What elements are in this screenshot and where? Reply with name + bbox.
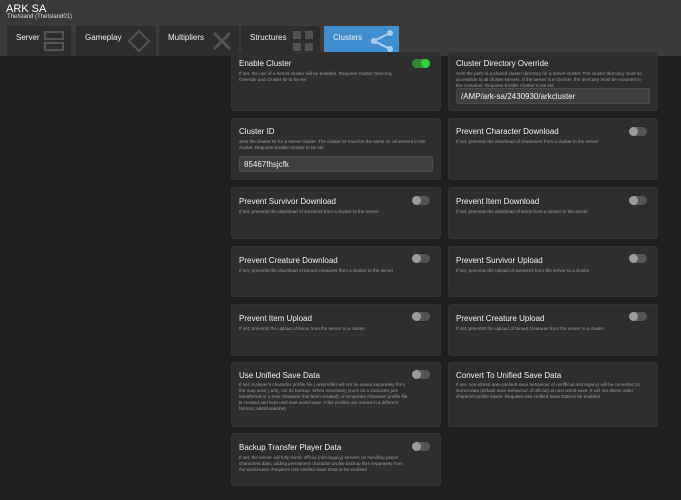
- backup-transfer-player-data-description: If set, the server will fully mimic offi…: [239, 455, 403, 472]
- prevent-survivor-download-card: Prevent Survivor Download If set, preven…: [231, 187, 441, 239]
- prevent-creature-upload-title: Prevent Creature Upload: [456, 314, 545, 323]
- toggle-knob: [412, 370, 421, 379]
- prevent-creature-download-toggle[interactable]: [412, 254, 430, 263]
- prevent-creature-upload-description: If set, prevents the upload of tamed cre…: [456, 326, 605, 331]
- prevent-creature-download-title: Prevent Creature Download: [239, 256, 338, 265]
- backup-transfer-player-data-card: Backup Transfer Player Data If set, the …: [231, 433, 441, 486]
- backup-transfer-player-data-title: Backup Transfer Player Data: [239, 443, 342, 452]
- enable-cluster-toggle[interactable]: [412, 59, 430, 68]
- toggle-knob: [629, 127, 638, 136]
- prevent-character-download-title: Prevent Character Download: [456, 127, 559, 136]
- prevent-item-upload-toggle[interactable]: [412, 312, 430, 321]
- prevent-item-upload-description: If set, prevents the upload of items fro…: [239, 326, 366, 331]
- use-unified-save-data-toggle[interactable]: [412, 370, 430, 379]
- toggle-knob: [629, 196, 638, 205]
- prevent-survivor-upload-description: If set, prevents the upload of survivors…: [456, 268, 590, 273]
- prevent-creature-upload-toggle[interactable]: [629, 312, 647, 321]
- enable-cluster-card: Enable Cluster If set, the use of a serv…: [231, 52, 441, 111]
- toggle-knob: [412, 254, 421, 263]
- tab-structures-label: Structures: [250, 33, 287, 42]
- tab-gameplay[interactable]: Gameplay: [76, 26, 156, 56]
- cluster-id-input[interactable]: [239, 156, 433, 172]
- prevent-item-download-description: If set, prevents the download of items f…: [456, 209, 589, 214]
- prevent-item-upload-card: Prevent Item Upload If set, prevents the…: [231, 304, 441, 356]
- cluster-id-title: Cluster ID: [239, 127, 275, 136]
- prevent-survivor-upload-title: Prevent Survivor Upload: [456, 256, 543, 265]
- cluster-directory-override-card: Cluster Directory Override Sets the path…: [448, 52, 658, 111]
- gamepad-icon: [127, 29, 151, 53]
- prevent-survivor-upload-toggle[interactable]: [629, 254, 647, 263]
- prevent-survivor-download-description: If set, prevents the download of survivo…: [239, 209, 379, 214]
- tab-gameplay-label: Gameplay: [85, 33, 122, 42]
- toggle-knob: [412, 196, 421, 205]
- prevent-creature-download-card: Prevent Creature Download If set, preven…: [231, 246, 441, 297]
- cluster-directory-input[interactable]: [456, 88, 650, 104]
- share-network-icon: [371, 30, 393, 52]
- enable-cluster-title: Enable Cluster: [239, 59, 292, 68]
- prevent-survivor-download-title: Prevent Survivor Download: [239, 197, 336, 206]
- tab-server[interactable]: Server: [7, 26, 71, 56]
- enable-cluster-description: If set, the use of a server cluster will…: [239, 71, 393, 82]
- prevent-creature-upload-card: Prevent Creature Upload If set, prevents…: [448, 304, 658, 356]
- convert-to-unified-save-data-description: If set, non-stored data (default save be…: [456, 382, 640, 399]
- toggle-knob: [421, 59, 430, 68]
- tab-server-label: Server: [16, 33, 40, 42]
- backup-transfer-player-data-toggle[interactable]: [412, 442, 430, 451]
- prevent-item-download-title: Prevent Item Download: [456, 197, 540, 206]
- use-unified-save-data-card: Use Unified Save Data If set, a player's…: [231, 362, 441, 427]
- use-unified-save-data-description: If set, a player's character profile fil…: [239, 382, 408, 411]
- cluster-id-description: Sets the cluster ID for a server cluster…: [239, 139, 426, 150]
- header-bar: ARK SA TheIsland (TheIsland01) Server Ga…: [0, 0, 681, 56]
- prevent-creature-download-description: If set, prevents the download of tamed c…: [239, 268, 394, 273]
- cluster-id-card: Cluster ID Sets the cluster ID for a ser…: [231, 118, 441, 180]
- multiplier-icon: [212, 31, 232, 51]
- convert-to-unified-save-data-title: Convert To Unified Save Data: [456, 371, 562, 380]
- toggle-knob: [629, 254, 638, 263]
- server-icon: [44, 31, 64, 51]
- cluster-directory-override-description: Sets the path to a shared cluster direct…: [456, 71, 642, 88]
- tab-multipliers[interactable]: Multipliers: [159, 26, 239, 56]
- tab-multipliers-label: Multipliers: [168, 33, 205, 42]
- toggle-knob: [629, 312, 638, 321]
- instance-subtitle: TheIsland (TheIsland01): [7, 14, 73, 20]
- prevent-item-download-toggle[interactable]: [629, 196, 647, 205]
- prevent-character-download-description: If set, prevents the download of charact…: [456, 139, 599, 144]
- tab-clusters-label: Clusters: [333, 33, 363, 42]
- prevent-survivor-upload-card: Prevent Survivor Upload If set, prevents…: [448, 246, 658, 297]
- toggle-knob: [412, 312, 421, 321]
- prevent-character-download-toggle[interactable]: [629, 127, 647, 136]
- prevent-item-download-card: Prevent Item Download If set, prevents t…: [448, 187, 658, 239]
- prevent-item-upload-title: Prevent Item Upload: [239, 314, 312, 323]
- toggle-knob: [412, 442, 421, 451]
- use-unified-save-data-title: Use Unified Save Data: [239, 371, 320, 380]
- cluster-directory-override-title: Cluster Directory Override: [456, 59, 549, 68]
- prevent-survivor-download-toggle[interactable]: [412, 196, 430, 205]
- structure-icon: [293, 31, 313, 51]
- prevent-character-download-card: Prevent Character Download If set, preve…: [448, 118, 658, 180]
- convert-to-unified-save-data-card: Convert To Unified Save Data If set, non…: [448, 362, 658, 427]
